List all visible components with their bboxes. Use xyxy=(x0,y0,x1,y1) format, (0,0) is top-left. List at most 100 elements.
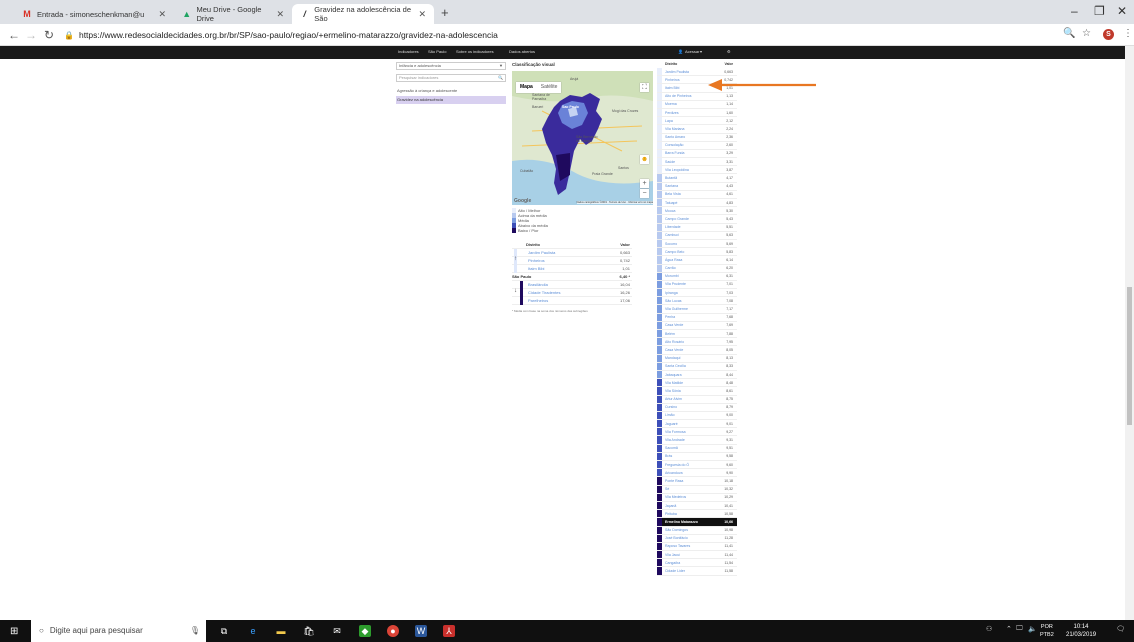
tab-active[interactable]: / Gravidez na adolescência de São ✕ xyxy=(292,4,434,24)
acrobat-icon[interactable]: ⅄ xyxy=(443,625,455,637)
table-row[interactable]: Alto Rosário 7,95 xyxy=(657,338,737,347)
table-row[interactable]: Vila Matilde 8,48 xyxy=(657,379,737,388)
district-name[interactable]: Ermelino Matarazzo xyxy=(657,520,698,524)
table-row[interactable]: Mandaqui 8,13 xyxy=(657,354,737,363)
nav-dados-abertos[interactable]: Dados abertos xyxy=(509,49,535,54)
system-clock[interactable]: 10:14 21/03/2019 xyxy=(1066,623,1096,639)
url-field[interactable]: 🔒 https://www.redesocialdecidades.org.br/… xyxy=(64,28,1024,43)
table-row[interactable]: Belém 7,88 xyxy=(657,330,737,339)
zoom-in-icon[interactable]: + xyxy=(640,179,649,188)
table-row[interactable]: Moema 1,14 xyxy=(657,100,737,109)
store-icon[interactable]: 🛍 xyxy=(303,625,315,637)
map-type-mapa[interactable]: Mapa xyxy=(516,82,537,93)
indicator-search-input[interactable]: Pesquisar indicadores 🔍 xyxy=(396,74,506,82)
table-row[interactable]: Jabaquara 8,44 xyxy=(657,370,737,380)
fullscreen-icon[interactable]: ⛶ xyxy=(640,83,649,92)
table-row[interactable]: São Lucas 7,08 xyxy=(657,297,737,306)
tray-chevron-icon[interactable]: ⌃ xyxy=(1006,625,1012,633)
nav-sobre[interactable]: Sobre os indicadores xyxy=(456,49,494,54)
login-caret-icon[interactable]: ▾ xyxy=(700,49,702,54)
table-row[interactable]: Jaguaré 9,01 xyxy=(657,420,737,429)
tab-gmail[interactable]: M Entrada - simoneschenkman@u ✕ xyxy=(14,4,174,24)
close-icon[interactable]: ✕ xyxy=(158,9,166,20)
table-row[interactable]: Campo Belo 5,83 xyxy=(657,248,737,257)
table-row[interactable]: Campo Grande 5,43 xyxy=(657,215,737,224)
table-row[interactable]: Vila Jacuí 11,44 xyxy=(657,551,737,560)
table-row[interactable]: Vila Prudente 7,01 xyxy=(657,280,737,290)
search-icon[interactable]: 🔍 xyxy=(498,75,503,81)
page-scrollbar[interactable] xyxy=(1125,46,1134,620)
menu-item-agressao[interactable]: Agressão à criança e adolescente xyxy=(396,87,506,95)
table-row[interactable]: Ponte Rasa 10,18 xyxy=(657,477,737,486)
table-row[interactable]: Água Rasa 6,14 xyxy=(657,256,737,265)
scrollbar-thumb[interactable] xyxy=(1127,287,1132,425)
table-row[interactable]: Santana 4,43 xyxy=(657,182,737,191)
table-row[interactable]: Butantã 4,17 xyxy=(657,174,737,183)
table-row[interactable]: Cambuci 5,63 xyxy=(657,231,737,240)
zoom-icon[interactable]: 🔍 xyxy=(1063,28,1075,39)
forward-icon[interactable]: → xyxy=(25,28,37,42)
theme-select[interactable]: Infância e adolescência ▼ xyxy=(396,62,506,70)
table-row[interactable]: Freguesia do Ó 9,60 xyxy=(657,461,737,470)
notifications-icon[interactable]: 🗨 xyxy=(1116,625,1125,633)
language-indicator[interactable]: POR PTB2 xyxy=(1040,623,1054,639)
table-row[interactable]: Socorro 5,69 xyxy=(657,239,737,249)
settings-icon[interactable]: ⚙ xyxy=(727,49,731,54)
table-row[interactable]: Cursino 8,79 xyxy=(657,403,737,412)
bookmark-star-icon[interactable]: ☆ xyxy=(1082,28,1091,39)
table-row[interactable]: Aricanduva 9,90 xyxy=(657,469,737,478)
table-row[interactable]: Liberdade 5,51 xyxy=(657,223,737,232)
table-row[interactable]: Casa Verde 8,05 xyxy=(657,346,737,355)
word-icon[interactable]: W xyxy=(415,625,427,637)
table-row[interactable]: Vila Sônia 8,61 xyxy=(657,387,737,396)
table-row[interactable]: São Domingos 10,98 xyxy=(657,526,737,535)
file-explorer-icon[interactable]: ▬ xyxy=(275,625,287,637)
network-icon[interactable]: 🖵 xyxy=(1016,625,1023,633)
table-row[interactable]: Ermelino Matarazzo 10,66 xyxy=(657,518,737,527)
table-row[interactable]: Jardim Paulista 0,663 xyxy=(657,68,737,77)
table-row[interactable]: Cangaíba 11,54 xyxy=(657,559,737,568)
table-row[interactable]: Mooca 5,30 xyxy=(657,207,737,216)
login-link[interactable]: Acessar xyxy=(685,49,699,54)
table-row[interactable]: Artur Alvim 8,75 xyxy=(657,395,737,404)
district-map[interactable]: Arujá Sao Paulo Barueri Mogi das Cruzes … xyxy=(512,71,653,205)
zoom-out-icon[interactable]: − xyxy=(640,189,649,198)
table-row[interactable]: Penha 7,68 xyxy=(657,313,737,322)
close-icon[interactable]: ✕ xyxy=(276,9,284,20)
district-name[interactable]: Alto de Pinheiros xyxy=(657,94,691,98)
table-row[interactable]: Limão 9,00 xyxy=(657,411,737,421)
table-row[interactable]: José Bonifácio 11,28 xyxy=(657,534,737,543)
mail-icon[interactable]: ✉ xyxy=(331,625,343,637)
windows-start-icon[interactable]: ⊞ xyxy=(10,626,18,637)
people-icon[interactable]: ⚇ xyxy=(986,625,992,633)
map-type-satelite[interactable]: Satélite xyxy=(537,82,562,93)
task-view-icon[interactable]: ⧉ xyxy=(218,625,230,637)
pegman-icon[interactable]: ☻ xyxy=(640,155,649,164)
table-row[interactable]: Tatuapé 4,83 xyxy=(657,199,737,208)
table-row[interactable]: Saúde 3,31 xyxy=(657,158,737,167)
table-row[interactable]: Brás 9,58 xyxy=(657,452,737,461)
table-row[interactable]: Carrão 6,20 xyxy=(657,264,737,273)
edge-icon[interactable]: e xyxy=(247,625,259,637)
profile-avatar[interactable]: S xyxy=(1103,29,1114,40)
table-row[interactable]: Consolação 2,60 xyxy=(657,141,737,150)
table-row[interactable]: Vila Medeiros 10,29 xyxy=(657,493,737,502)
table-row[interactable]: Vila Guilherme 7,17 xyxy=(657,305,737,314)
green-app-icon[interactable]: ◆ xyxy=(359,625,371,637)
table-row[interactable]: Santa Cecília 8,33 xyxy=(657,362,737,371)
map-attribution[interactable]: Dados cartográficos ©2019 · Termos de Us… xyxy=(576,201,653,204)
chrome-icon[interactable]: ● xyxy=(387,625,399,637)
table-row[interactable]: Alto de Pinheiros 1,13 xyxy=(657,92,737,101)
table-row[interactable]: Barra Funda 3,29 xyxy=(657,149,737,159)
table-row[interactable]: Pirituba 10,58 xyxy=(657,510,737,519)
table-row[interactable]: Bela Vista 4,61 xyxy=(657,190,737,199)
table-row[interactable]: Santo Amaro 2,36 xyxy=(657,133,737,142)
table-row[interactable]: Jaçanã 10,41 xyxy=(657,501,737,511)
table-row[interactable]: Ipiranga 7,03 xyxy=(657,289,737,298)
table-row[interactable]: Vila Andrade 9,31 xyxy=(657,436,737,445)
volume-icon[interactable]: 🔈 xyxy=(1028,625,1037,633)
nav-sao-paulo[interactable]: São Paulo xyxy=(428,49,446,54)
menu-item-gravidez[interactable]: Gravidez na adolescência xyxy=(396,96,506,104)
table-row[interactable]: Raposo Tavares 11,41 xyxy=(657,542,737,552)
table-row[interactable]: Casa Verde 7,69 xyxy=(657,321,737,330)
